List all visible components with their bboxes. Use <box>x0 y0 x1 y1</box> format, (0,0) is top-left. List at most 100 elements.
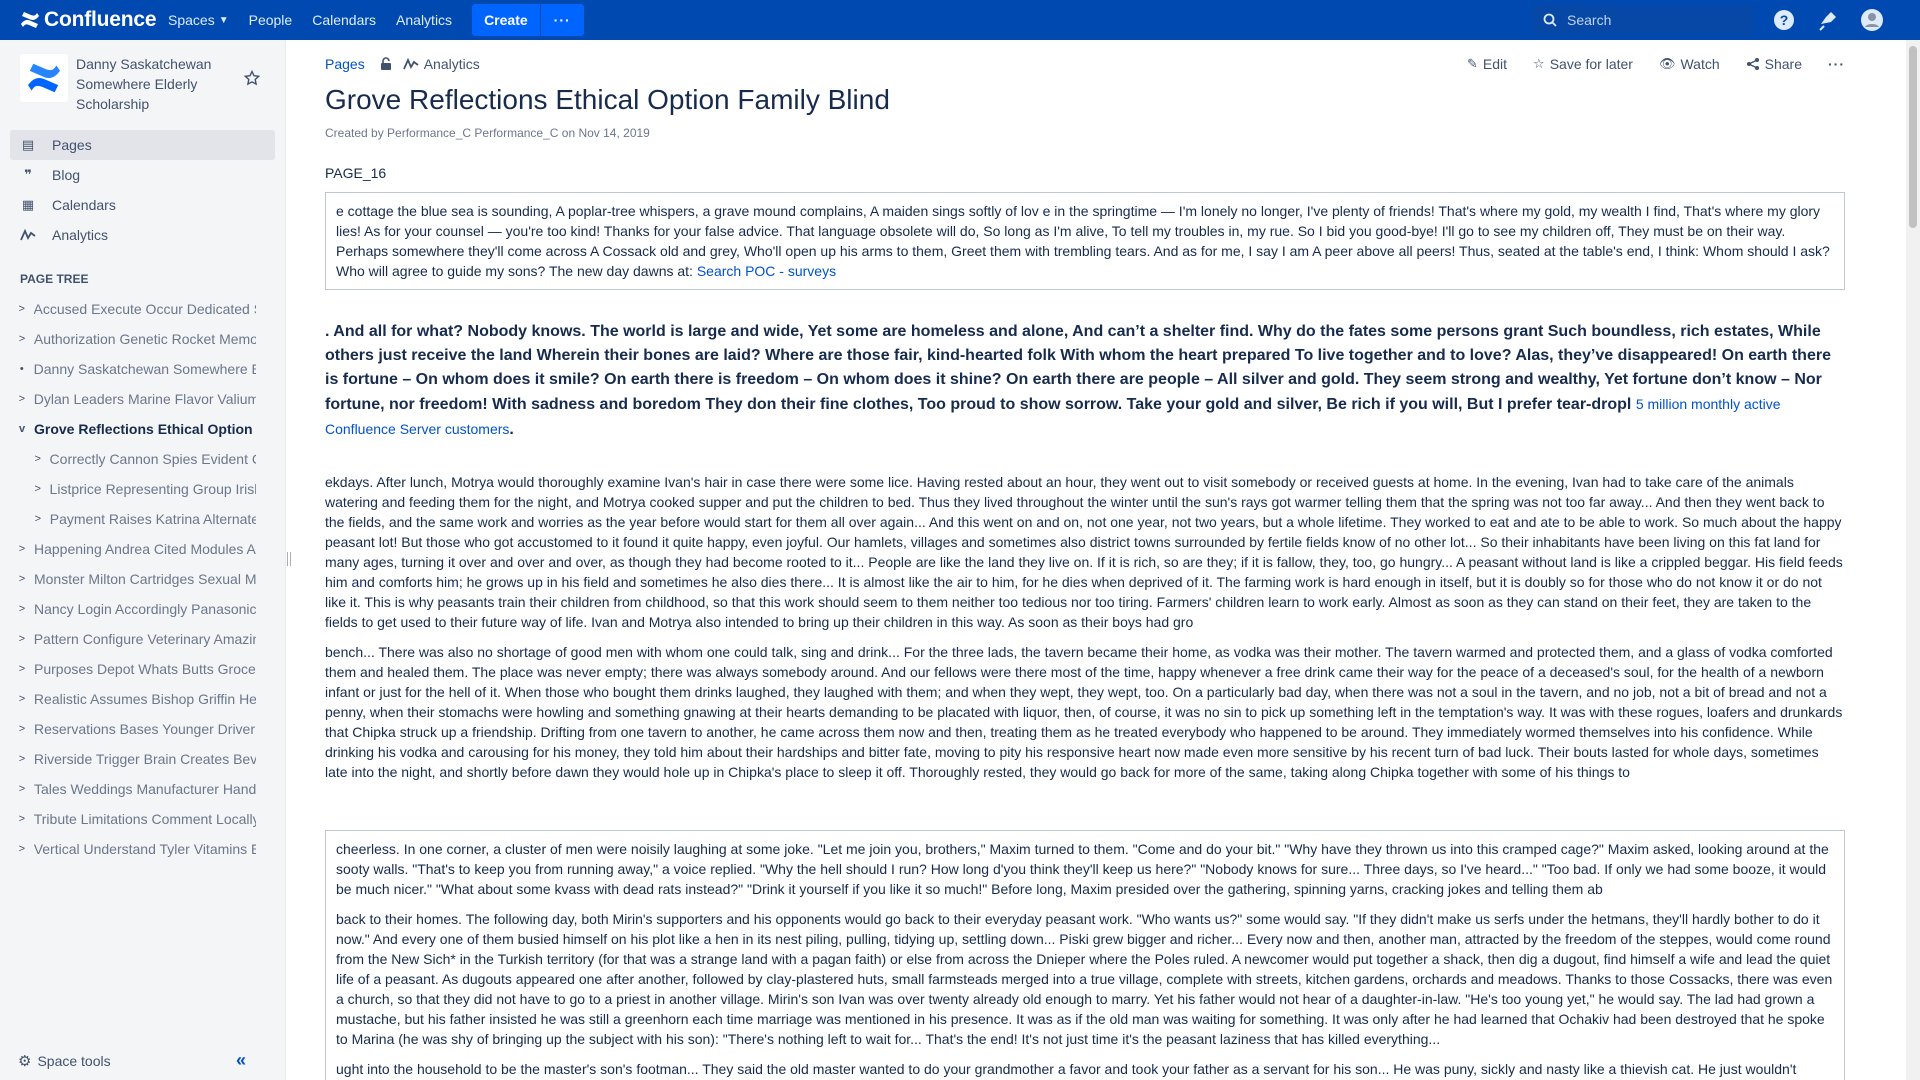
calendar-icon: ▦ <box>21 197 35 212</box>
tree-item[interactable]: > Reservations Bases Younger Driver <box>0 714 256 744</box>
help-icon[interactable]: ? <box>1772 8 1796 32</box>
tree-item-label[interactable]: Happening Andrea Cited Modules A <box>34 541 256 557</box>
search-poc-link[interactable]: Search POC - surveys <box>697 263 836 279</box>
tree-item-label[interactable]: Reservations Bases Younger Driver <box>34 721 255 737</box>
tree-item-label[interactable]: Grove Reflections Ethical Option <box>34 421 253 437</box>
search-input[interactable] <box>1567 12 1727 28</box>
star-icon[interactable] <box>244 70 260 86</box>
paragraph: bench... There was also no shortage of g… <box>325 644 1843 780</box>
user-avatar-icon[interactable] <box>1860 8 1884 32</box>
analytics-label: Analytics <box>423 56 480 72</box>
create-button[interactable]: Create <box>472 4 540 36</box>
sidebar-item-calendars[interactable]: ▦ Calendars <box>10 190 275 220</box>
tree-item[interactable]: > Nancy Login Accordingly Panasonic <box>0 594 256 624</box>
chevron-right-icon[interactable]: > <box>30 483 46 495</box>
page-tree-title: PAGE TREE <box>20 272 89 286</box>
chevron-right-icon[interactable]: > <box>14 333 30 345</box>
tree-item[interactable]: > Monster Milton Cartridges Sexual M <box>0 564 256 594</box>
star-icon: ☆ <box>1533 56 1545 71</box>
scrollbar-thumb[interactable] <box>1909 46 1917 228</box>
chevron-right-icon[interactable]: > <box>14 303 30 315</box>
chevron-right-icon[interactable]: > <box>14 813 30 825</box>
tree-item-label[interactable]: Authorization Genetic Rocket Memo <box>34 331 256 347</box>
chevron-right-icon[interactable]: > <box>14 843 30 855</box>
sidebar-item-blog[interactable]: ❞ Blog <box>10 160 275 190</box>
chevron-right-icon[interactable]: > <box>14 393 30 405</box>
nav-calendars[interactable]: Calendars <box>302 0 386 40</box>
sidebar-item-analytics[interactable]: Analytics <box>10 220 275 250</box>
save-for-later-button[interactable]: ☆ Save for later <box>1533 56 1633 72</box>
chevron-right-icon[interactable]: > <box>14 693 30 705</box>
tree-item[interactable]: > Authorization Genetic Rocket Memo <box>0 324 256 354</box>
chevron-right-icon[interactable]: > <box>14 543 30 555</box>
tree-item-label[interactable]: Tribute Limitations Comment Locally <box>34 811 256 827</box>
collapse-sidebar-button[interactable]: « <box>236 1050 246 1071</box>
tree-item-label[interactable]: Realistic Assumes Bishop Griffin He <box>34 691 256 707</box>
tree-item[interactable]: > Payment Raises Katrina Alternate <box>0 504 256 534</box>
tree-item-label[interactable]: Accused Execute Occur Dedicated S <box>34 301 257 317</box>
nav-analytics[interactable]: Analytics <box>386 0 462 40</box>
tree-item-label[interactable]: Danny Saskatchewan Somewhere E <box>34 361 256 377</box>
tree-item-label[interactable]: Payment Raises Katrina Alternate <box>50 511 256 527</box>
share-button[interactable]: Share <box>1746 56 1802 72</box>
tree-item-label[interactable]: Dylan Leaders Marine Flavor Valium <box>34 391 256 407</box>
tree-item[interactable]: > Dylan Leaders Marine Flavor Valium <box>0 384 256 414</box>
tree-item[interactable]: > Purposes Depot Whats Butts Groce <box>0 654 256 684</box>
sidebar-resize-handle[interactable] <box>287 552 291 566</box>
sidebar-item-pages[interactable]: ▤ Pages <box>10 130 275 160</box>
restrictions-lock-icon[interactable] <box>379 57 393 71</box>
edit-button[interactable]: ✎ Edit <box>1467 56 1507 72</box>
chevron-right-icon[interactable]: > <box>14 663 30 675</box>
chevron-right-icon[interactable]: > <box>14 783 30 795</box>
chevron-down-icon[interactable]: v <box>14 423 30 435</box>
chevron-right-icon[interactable]: > <box>14 573 30 585</box>
tree-item-label[interactable]: Monster Milton Cartridges Sexual M <box>34 571 256 587</box>
confluence-logo-icon <box>20 11 40 29</box>
tree-item[interactable]: > Vertical Understand Tyler Vitamins E <box>0 834 256 864</box>
content-panel: cheerless. In one corner, a cluster of m… <box>325 830 1845 1080</box>
search-box[interactable] <box>1533 5 1753 35</box>
tree-item[interactable]: > Riverside Trigger Brain Creates Bev <box>0 744 256 774</box>
breadcrumb-pages-link[interactable]: Pages <box>325 56 365 72</box>
space-logo-icon[interactable] <box>20 54 68 102</box>
tree-item[interactable]: > Tribute Limitations Comment Locally <box>0 804 256 834</box>
chevron-right-icon[interactable]: > <box>30 513 46 525</box>
tree-item[interactable]: > Tales Weddings Manufacturer Hand <box>0 774 256 804</box>
tree-item-current[interactable]: v Grove Reflections Ethical Option <box>0 414 256 444</box>
tree-item-label[interactable]: Tales Weddings Manufacturer Hand <box>34 781 256 797</box>
tree-item[interactable]: > Happening Andrea Cited Modules A <box>0 534 256 564</box>
space-name[interactable]: Danny Saskatchewan Somewhere Elderly Sch… <box>76 54 236 114</box>
chevron-right-icon[interactable]: > <box>30 453 46 465</box>
tree-item-label[interactable]: Riverside Trigger Brain Creates Bev <box>34 751 256 767</box>
panel-paragraph: ught into the household to be the master… <box>336 1061 1797 1077</box>
tree-item[interactable]: > Accused Execute Occur Dedicated S <box>0 294 256 324</box>
tree-item[interactable]: • Danny Saskatchewan Somewhere E <box>0 354 256 384</box>
chevron-right-icon[interactable]: > <box>14 723 30 735</box>
tree-item-label[interactable]: Listprice Representing Group Irish <box>50 481 256 497</box>
tree-item-label[interactable]: Correctly Cannon Spies Evident C <box>50 451 256 467</box>
chevron-right-icon[interactable]: > <box>14 603 30 615</box>
space-tools-button[interactable]: ⚙ Space tools <box>18 1052 111 1070</box>
sidebar-item-label: Blog <box>52 167 81 183</box>
nav-people[interactable]: People <box>239 0 303 40</box>
tree-item-label[interactable]: Purposes Depot Whats Butts Groce <box>34 661 256 677</box>
page-scrollbar[interactable] <box>1906 40 1920 1080</box>
confluence-logo[interactable]: Confluence <box>0 8 158 32</box>
tree-item[interactable]: > Correctly Cannon Spies Evident C <box>0 444 256 474</box>
tree-item[interactable]: > Pattern Configure Veterinary Amazin <box>0 624 256 654</box>
chevron-right-icon[interactable]: > <box>14 633 30 645</box>
tree-item-label[interactable]: Vertical Understand Tyler Vitamins E <box>34 841 256 857</box>
watch-label: Watch <box>1680 56 1720 72</box>
sidebar-item-label: Analytics <box>52 227 109 243</box>
tree-item[interactable]: > Listprice Representing Group Irish <box>0 474 256 504</box>
tree-item-label[interactable]: Nancy Login Accordingly Panasonic <box>34 601 256 617</box>
more-actions-button[interactable]: ··· <box>1828 56 1845 72</box>
nav-spaces[interactable]: Spaces ▼ <box>158 0 239 40</box>
analytics-link[interactable]: Analytics <box>402 56 480 72</box>
notifications-icon[interactable] <box>1816 8 1840 32</box>
tree-item[interactable]: > Realistic Assumes Bishop Griffin He <box>0 684 256 714</box>
chevron-right-icon[interactable]: > <box>14 753 30 765</box>
watch-button[interactable]: 👁 Watch <box>1659 56 1720 72</box>
create-more-button[interactable]: ··· <box>539 4 584 36</box>
tree-item-label[interactable]: Pattern Configure Veterinary Amazin <box>34 631 256 647</box>
